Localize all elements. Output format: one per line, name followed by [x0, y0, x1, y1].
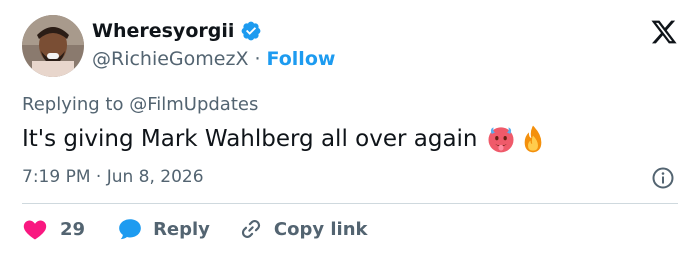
verified-badge-icon [241, 21, 261, 41]
info-icon[interactable] [651, 166, 675, 190]
avatar[interactable] [22, 15, 84, 77]
author-display-name[interactable]: Wheresyorgii [92, 20, 234, 42]
tweet-actions: 29 Reply Copy link [22, 216, 368, 242]
author-name-row: Wheresyorgii [92, 20, 262, 42]
follow-button[interactable]: Follow [267, 48, 336, 70]
copy-link-button[interactable]: Copy link [238, 216, 368, 242]
like-button[interactable]: 29 [22, 216, 85, 242]
copy-link-label: Copy link [273, 218, 368, 240]
link-icon [241, 220, 261, 238]
reply-label: Reply [153, 218, 210, 240]
x-logo-icon[interactable] [650, 18, 678, 46]
tweet-body: It's giving Mark Wahlberg all over again [22, 124, 548, 154]
tweet-timestamp[interactable]: 7:19 PM · Jun 8, 2026 [22, 167, 204, 187]
heart-icon [23, 220, 47, 240]
author-handle-row: @RichieGomezX · Follow [92, 48, 335, 70]
divider [22, 203, 678, 204]
reply-button[interactable]: Reply [117, 216, 210, 242]
reply-bubble-icon [119, 219, 141, 240]
replying-to-text: Replying to @FilmUpdates [22, 94, 259, 115]
avatar-image [22, 15, 84, 77]
separator-dot: · [254, 48, 261, 70]
author-handle[interactable]: @RichieGomezX [92, 48, 248, 70]
like-count: 29 [60, 218, 86, 240]
tweet-text: It's giving Mark Wahlberg all over again [22, 126, 478, 152]
hot-face-emoji [488, 127, 514, 153]
fire-emoji [524, 125, 541, 153]
